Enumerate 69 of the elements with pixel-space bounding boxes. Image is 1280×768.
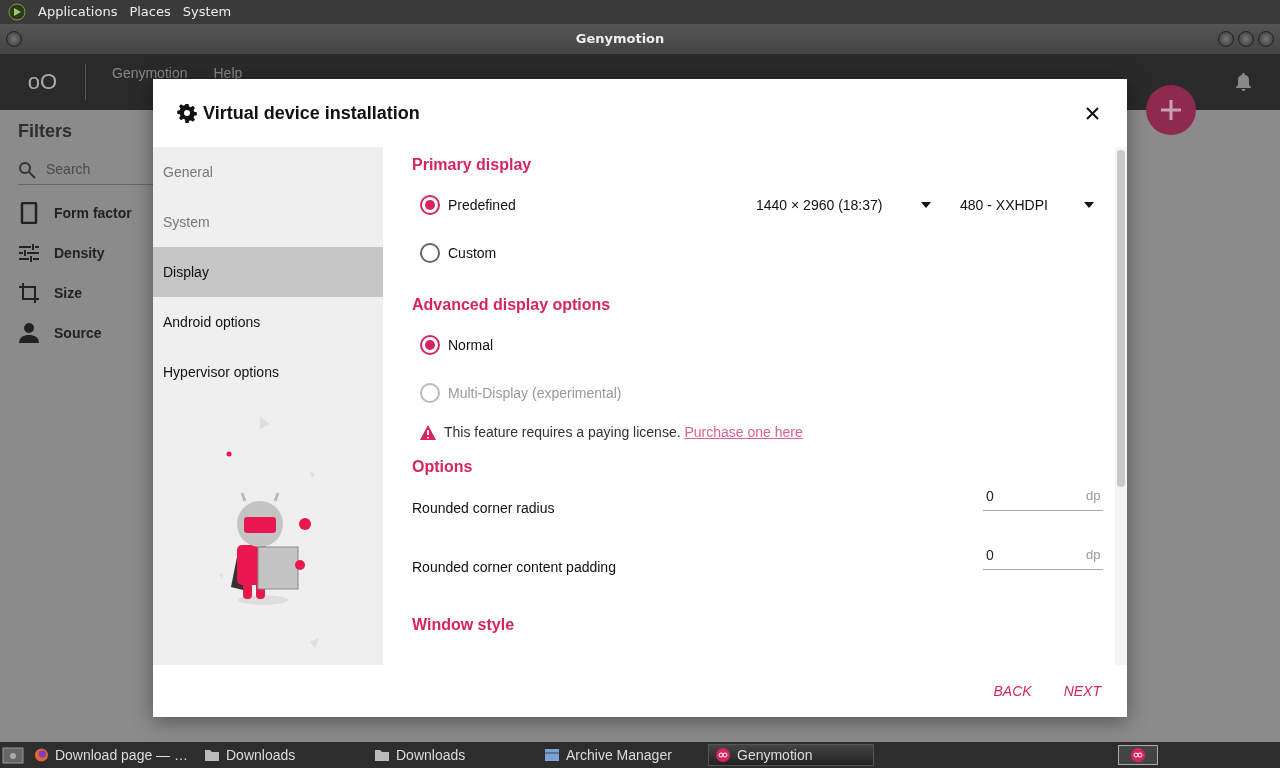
- radio-label: Custom: [448, 243, 497, 263]
- number-field[interactable]: 0: [986, 485, 1086, 507]
- warning-icon: [420, 424, 436, 440]
- notification-bell-icon[interactable]: [1235, 73, 1252, 91]
- panel-menu[interactable]: Places: [129, 2, 171, 22]
- desktop-icon[interactable]: [2, 745, 24, 765]
- tray-app-icon[interactable]: [1118, 745, 1158, 765]
- filter-item[interactable]: Size: [54, 282, 82, 304]
- filter-item[interactable]: Form factor: [54, 202, 132, 224]
- unit-label: dp: [1086, 546, 1101, 565]
- section-heading: Window style: [412, 615, 516, 635]
- filter-item[interactable]: Density: [54, 242, 105, 264]
- dialog-title: Virtual device installation: [203, 101, 420, 125]
- radio-button[interactable]: [420, 243, 440, 263]
- menu-item[interactable]: Genymotion: [112, 64, 188, 82]
- nav-item[interactable]: Android options: [153, 297, 383, 347]
- crop-icon: [18, 282, 40, 304]
- resolution-dropdown[interactable]: 1440 × 2960 (18:37): [756, 194, 931, 216]
- taskbar-item[interactable]: Archive Manager: [538, 744, 704, 766]
- unit-label: dp: [1086, 487, 1101, 506]
- footer-button[interactable]: NEXT: [1057, 676, 1107, 706]
- browser-icon: [34, 747, 49, 763]
- app-logo: oO: [0, 64, 86, 100]
- close-icon: [1085, 106, 1099, 120]
- settings-icon: [177, 103, 197, 123]
- search-icon: [18, 160, 36, 179]
- menu-item[interactable]: Help: [213, 64, 243, 82]
- maximize-button[interactable]: [1238, 31, 1254, 47]
- footer-button[interactable]: BACK: [987, 676, 1038, 706]
- search-field[interactable]: Search: [44, 158, 144, 181]
- nav-item[interactable]: Hypervisor options: [153, 347, 383, 397]
- filters-title: Filters: [18, 120, 74, 143]
- app-icon: [715, 747, 731, 763]
- plus-icon: [1160, 99, 1182, 121]
- section-heading: Primary display: [412, 155, 533, 175]
- filter-item[interactable]: Source: [54, 322, 102, 344]
- radio-label: Predefined: [448, 195, 516, 215]
- taskbar-item[interactable]: Downloads: [368, 744, 534, 766]
- archive-icon: [544, 747, 560, 763]
- nav-item[interactable]: Display: [153, 247, 383, 297]
- radio-button[interactable]: [420, 335, 440, 355]
- panel-menu[interactable]: System: [182, 2, 232, 22]
- folder-icon: [374, 747, 390, 763]
- caret-icon: [921, 202, 931, 208]
- scrollbar-thumb[interactable]: [1117, 150, 1125, 487]
- notice-text: This feature requires a paying license. Purchase one here: [444, 422, 803, 442]
- number-field[interactable]: 0: [986, 544, 1086, 566]
- taskbar-item[interactable]: Genymotion: [708, 744, 874, 766]
- field-label: Rounded corner content padding: [412, 558, 616, 577]
- caret-icon: [1084, 202, 1094, 208]
- radio-label: Multi-Display (experimental): [448, 383, 622, 403]
- system-logo-icon[interactable]: [8, 3, 26, 21]
- folder-icon: [204, 747, 220, 763]
- window-menu-button[interactable]: [6, 31, 22, 47]
- phone-icon: [18, 202, 40, 224]
- taskbar-item[interactable]: Download page — …: [28, 744, 194, 766]
- taskbar-item[interactable]: Downloads: [198, 744, 364, 766]
- radio-label: Normal: [448, 335, 494, 355]
- density-dropdown[interactable]: 480 - XXHDPI: [960, 194, 1094, 216]
- panel-menu[interactable]: Applications: [38, 2, 118, 22]
- scrollbar[interactable]: [1115, 147, 1127, 665]
- person-icon: [18, 322, 40, 344]
- field-label: Rounded corner radius: [412, 499, 555, 518]
- section-heading: Options: [412, 457, 474, 477]
- radio-button[interactable]: [420, 195, 440, 215]
- sliders-icon: [18, 242, 40, 264]
- window-title: Genymotion: [575, 30, 665, 49]
- section-heading: Advanced display options: [412, 295, 612, 315]
- minimize-button[interactable]: [1218, 31, 1234, 47]
